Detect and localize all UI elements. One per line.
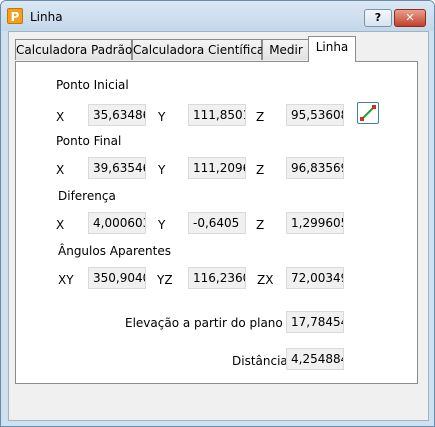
angulos-heading: Ângulos Aparentes <box>58 244 171 258</box>
help-button[interactable]: ? <box>364 9 392 27</box>
window-title: Linha <box>30 10 63 24</box>
diferenca-x-label: X <box>56 218 65 232</box>
ponto-inicial-x-label: X <box>56 110 65 124</box>
angulos-yz-label: YZ <box>157 273 173 287</box>
ponto-final-x-field[interactable]: 39,635464 <box>88 157 146 179</box>
ponto-final-y-label: Y <box>158 163 166 177</box>
angulos-yz-field[interactable]: 116,23601 <box>188 267 246 289</box>
angulos-xy-label: XY <box>58 273 74 287</box>
diferenca-z-label: Z <box>256 218 265 232</box>
elevacao-label: Elevação a partir do plano XY <box>125 316 303 330</box>
diferenca-x-field[interactable]: 4,000603 <box>88 212 146 234</box>
angulos-zx-field[interactable]: 72,003494 <box>286 267 344 289</box>
ponto-final-y-field[interactable]: 111,20965 <box>188 157 246 179</box>
angulos-xy-field[interactable]: 350,90408 <box>88 267 146 289</box>
ponto-final-z-field[interactable]: 96,83569 <box>286 157 344 179</box>
angulos-zx-label: ZX <box>257 273 274 287</box>
diferenca-y-field[interactable]: -0,6405 <box>188 212 246 234</box>
diferenca-z-field[interactable]: 1,299605 <box>286 212 344 234</box>
tab-calculadora-padrao[interactable]: Calculadora Padrão <box>15 39 132 60</box>
distancia-field[interactable]: 4,254884 <box>286 348 344 370</box>
ponto-inicial-y-label: Y <box>158 110 166 124</box>
app-icon: P <box>7 8 23 24</box>
ponto-final-heading: Ponto Final <box>56 134 122 148</box>
distancia-label: Distância <box>232 354 288 368</box>
ponto-inicial-y-field[interactable]: 111,85015 <box>188 104 246 126</box>
pick-line-button[interactable] <box>357 102 379 124</box>
elevacao-field[interactable]: 17,784542 <box>286 311 344 333</box>
tab-linha[interactable]: Linha <box>308 36 356 62</box>
ponto-inicial-z-label: Z <box>256 110 265 124</box>
ponto-final-x-label: X <box>56 163 65 177</box>
window: P Linha ? ✕ Calculadora Padrão Calculado… <box>0 0 435 427</box>
close-button[interactable]: ✕ <box>394 9 426 27</box>
ponto-inicial-x-field[interactable]: 35,634861 <box>88 104 146 126</box>
ponto-inicial-heading: Ponto Inicial <box>56 78 129 92</box>
tab-medir[interactable]: Medir <box>262 39 310 60</box>
diferenca-heading: Diferença <box>58 189 116 203</box>
ponto-final-z-label: Z <box>256 163 265 177</box>
dialog-body: Calculadora Padrão Calculadora Científic… <box>8 31 429 421</box>
ponto-inicial-z-field[interactable]: 95,536085 <box>286 104 344 126</box>
diferenca-y-label: Y <box>158 218 166 232</box>
title-bar[interactable]: P Linha ? ✕ <box>1 1 434 31</box>
tab-calculadora-cientifica[interactable]: Calculadora Científica <box>132 39 264 60</box>
pick-line-icon <box>360 105 376 121</box>
